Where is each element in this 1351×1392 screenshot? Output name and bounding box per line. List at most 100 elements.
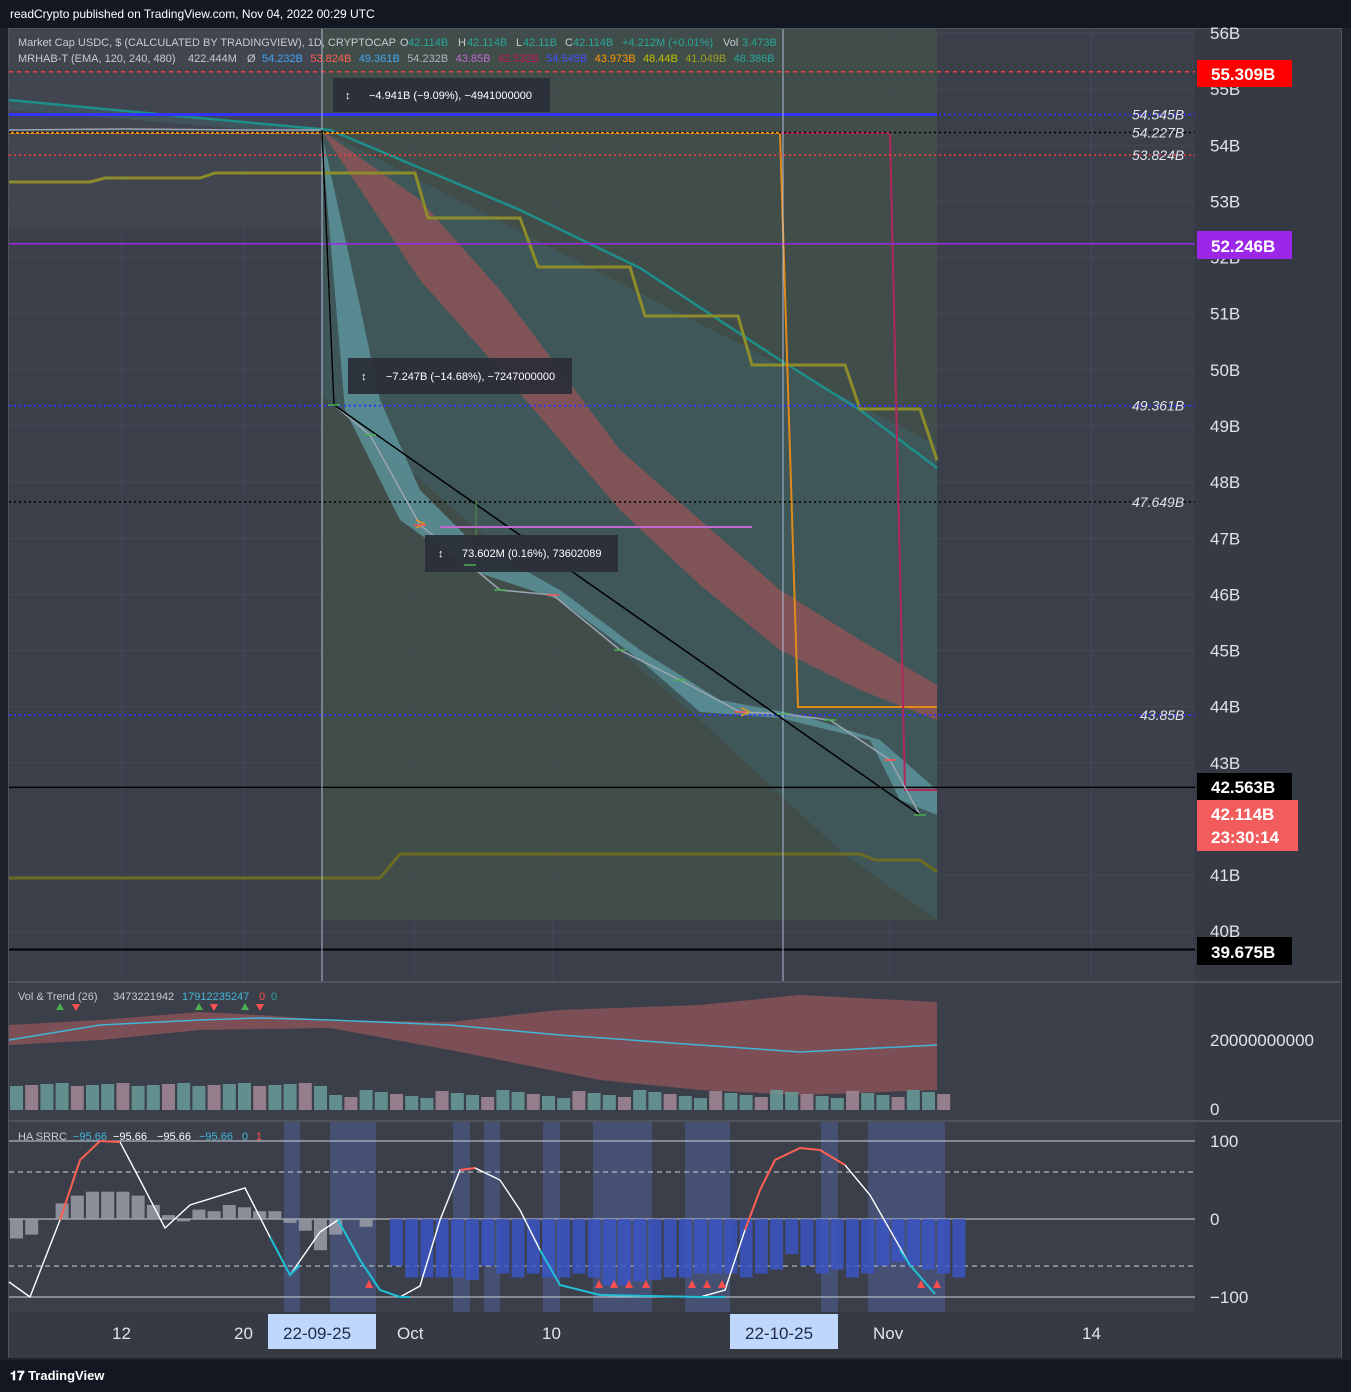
price-tick: 48B [1210,473,1240,492]
level-label: 49.361B [1132,398,1184,414]
srrc-blue-column [484,1122,500,1312]
badge-current-price: 42.114B [1211,805,1274,824]
tradingview-logo[interactable]: 𝟏𝟕 TradingView [10,1368,104,1384]
srrc-bar [192,1209,206,1219]
srrc-v3: −95.66 [157,1131,191,1143]
legend-ind-value: 43.973B [595,53,636,65]
volume-bar [481,1097,495,1110]
volume-bar [785,1092,799,1110]
volume-v2: 17912235247 [182,991,249,1003]
badge-black-1: 42.563B [1197,773,1292,800]
volume-bar [724,1093,738,1110]
srrc-bar [618,1219,631,1286]
srrc-bar [162,1215,175,1219]
volume-bar [405,1096,419,1110]
srrc-blue-column [453,1122,470,1312]
volume-v4: 0 [271,991,277,1003]
legend-h: 42.114B [467,37,507,49]
legend-c-label: C [565,37,573,49]
legend-ind-value: 48.44B [643,53,678,65]
badge-red: 55.309B [1197,60,1292,87]
price-tick: 45B [1210,642,1240,661]
srrc-bar [572,1219,586,1274]
srrc-v5: 0 [242,1131,248,1143]
volume-bar [162,1084,175,1110]
volume-bar [648,1092,662,1110]
srrc-bar [86,1191,99,1219]
volume-bar [192,1086,206,1110]
srrc-v1: −95.66 [73,1131,107,1143]
srrc-bar [587,1219,601,1278]
measure-box-2[interactable]: ↕ −7.247B (−14.68%), −7247000000 [348,358,572,394]
volume-bar [116,1083,130,1110]
srrc-bar [542,1219,555,1278]
volume-bar [891,1097,905,1110]
srrc-bar [10,1219,23,1239]
volume-bar [906,1090,920,1110]
volume-bar [678,1096,692,1110]
volume-bar [268,1085,282,1110]
badge-purple-text: 52.246B [1211,237,1275,256]
srrc-bar [922,1219,935,1270]
measure-text-1: −4.941B (−9.09%), −4941000000 [369,90,532,102]
badge-current[interactable]: 42.114B 23:30:14 [1197,800,1298,851]
level-label: 47.649B [1132,494,1184,510]
legend-ind-value: 54.545B [546,53,587,65]
time-tick-12: 12 [112,1324,131,1343]
volume-bar [754,1097,768,1110]
srrc-blue-column [868,1122,945,1312]
srrc-v6: 1 [256,1131,262,1143]
volume-v1: 3473221942 [113,991,174,1003]
srrc-bar [800,1219,814,1266]
price-tick: 51B [1210,305,1240,324]
volume-title: Vol & Trend (26) [18,991,98,1003]
srrc-bar [268,1211,282,1219]
price-tick: 47B [1210,529,1240,548]
srrc-bar [663,1219,677,1278]
legend-ind-v1: 422.444M [188,53,237,65]
footer-bar: 𝟏𝟕 TradingView [0,1360,1351,1392]
arrow-glyph-1: > [415,514,426,534]
volume-bar [830,1098,844,1110]
volume-bar [298,1083,312,1110]
price-tick: 44B [1210,698,1240,717]
legend-ind-value: 42.532B [498,53,539,65]
time-tick-oct: Oct [397,1324,424,1343]
level-label: 54.227B [1132,125,1184,141]
srrc-bar [359,1219,373,1227]
srrc-bar [694,1219,707,1274]
measure-box-3[interactable]: ↕ 73.602M (0.16%), 73602089 [425,535,618,572]
price-tick: 46B [1210,585,1240,604]
legend-ind-value: 54.232B [262,53,303,65]
volume-bar [633,1090,647,1110]
measure-text-2: −7.247B (−14.68%), −7247000000 [386,371,555,383]
volume-bar [86,1085,99,1110]
volume-bar [329,1095,343,1110]
srrc-bar [177,1219,191,1222]
legend-c: 42.114B [573,37,613,49]
srrc-pane: HA SRRC −95.66 −95.66 −95.66 −95.66 0 1 … [8,1122,1248,1312]
chart-svg[interactable]: > > ↕ −4.941B (−9.09%), −4941000000 ↕ −7… [0,0,1351,1392]
srrc-bar [238,1207,251,1219]
price-tick: 50B [1210,361,1240,380]
srrc-bar [770,1219,783,1270]
time-axis[interactable]: 12 20 Oct 10 Nov 14 22-09-25 22-10-25 [9,1313,1341,1358]
volume-pane: Vol & Trend (26) 3473221942 17912235247 … [8,983,1314,1120]
measure-box-1[interactable]: ↕ −4.941B (−9.09%), −4941000000 [333,78,550,112]
volume-bar [511,1092,525,1110]
badge-black-1-text: 42.563B [1211,778,1275,797]
legend-vol: 3.473B [742,37,777,49]
volume-bar [663,1094,677,1110]
volume-axis-zero: 0 [1210,1100,1219,1119]
volume-bar [572,1091,586,1110]
time-tick-nov: Nov [873,1324,904,1343]
srrc-bar [557,1219,571,1278]
volume-bar [466,1095,479,1110]
time-highlight-1: 22-09-25 [283,1324,351,1343]
srrc-bar [906,1219,920,1266]
legend-change: +4.212M (+0.01%) [622,37,713,49]
legend-ind-sym: Ø [247,53,256,65]
srrc-bar [131,1195,145,1219]
srrc-bar [450,1219,464,1278]
srrc-v4: −95.66 [199,1131,233,1143]
